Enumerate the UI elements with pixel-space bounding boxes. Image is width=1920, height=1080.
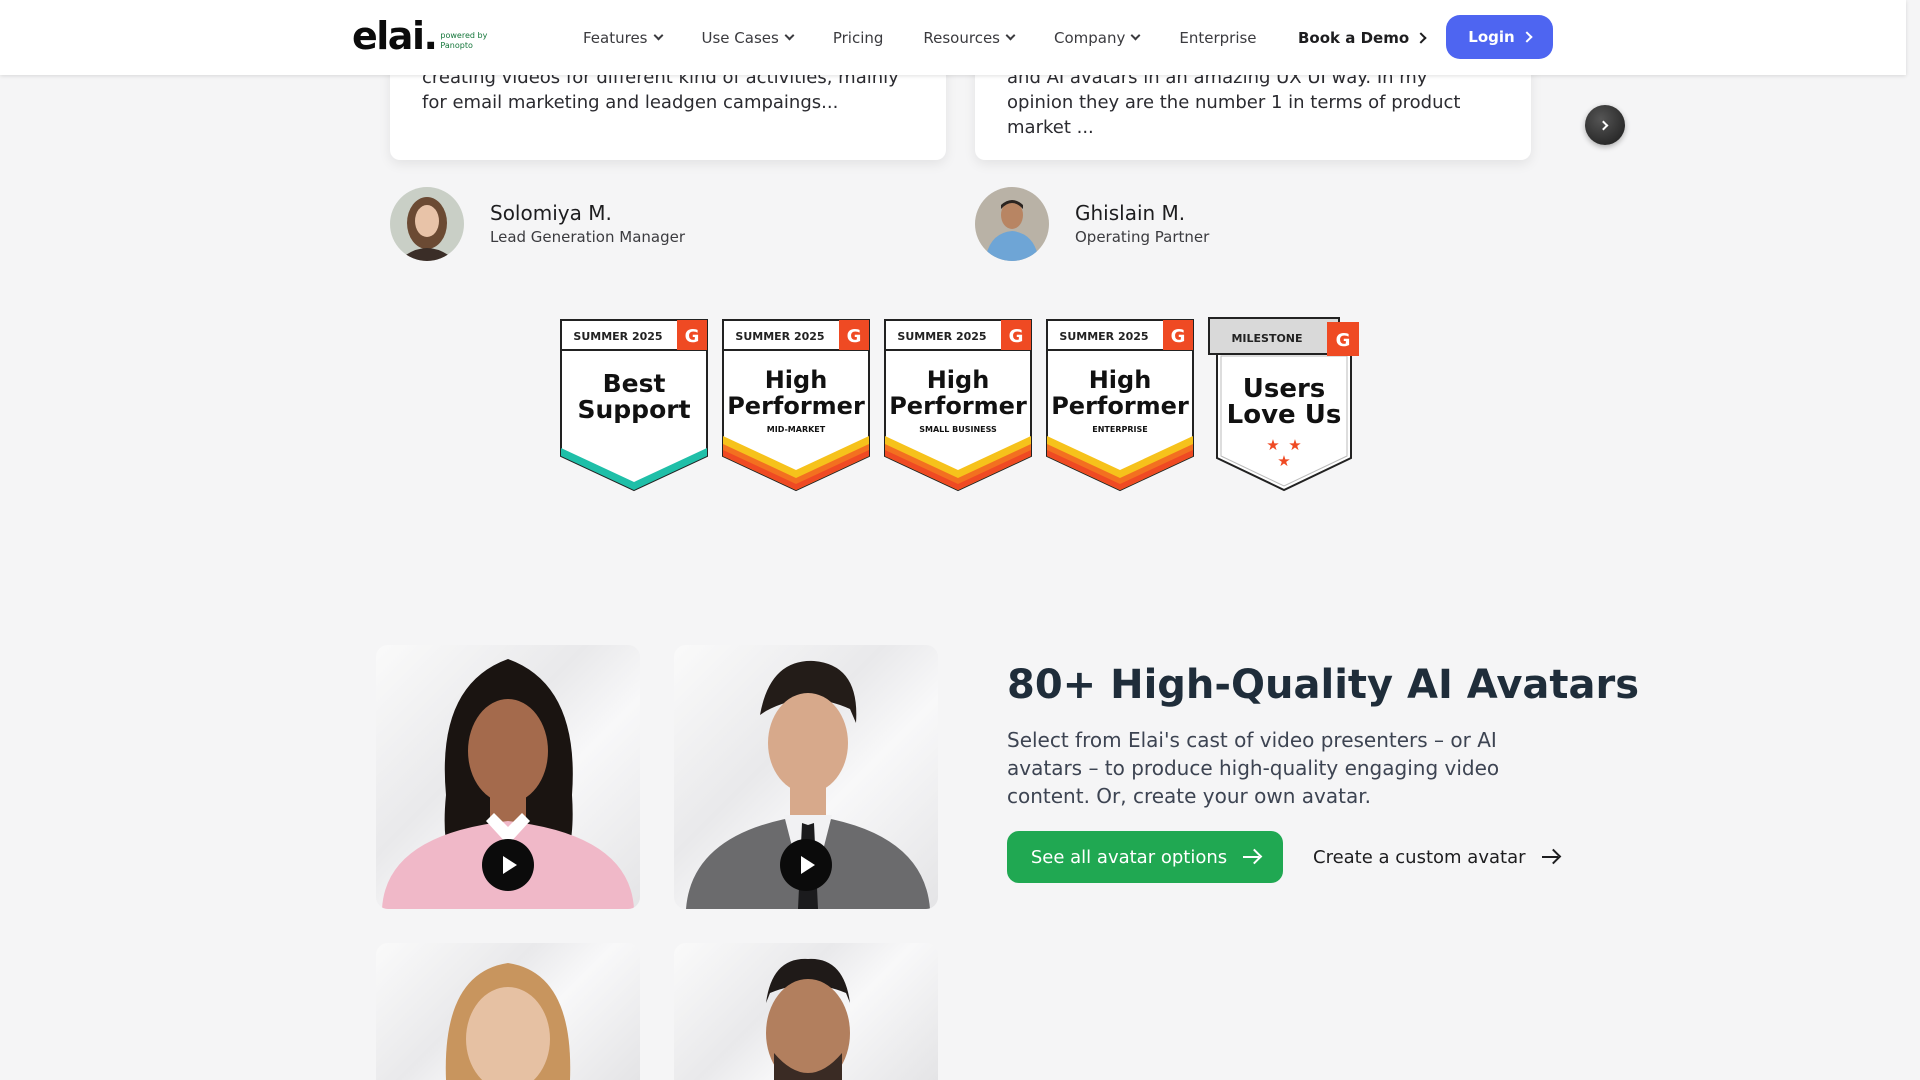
svg-text:G: G xyxy=(1336,330,1351,351)
chevron-down-icon xyxy=(784,30,795,41)
g2-badge-users-love-us[interactable]: G MILESTONE Users Love Us ★ ★ ★ xyxy=(1207,316,1359,494)
chevron-down-icon xyxy=(653,30,663,41)
nav-enterprise[interactable]: Enterprise xyxy=(1179,29,1256,47)
nav-company[interactable]: Company xyxy=(1054,28,1141,47)
avatar-tile[interactable] xyxy=(674,943,938,1080)
svg-text:G: G xyxy=(685,326,700,347)
book-demo-link[interactable]: Book a Demo xyxy=(1298,0,1427,75)
badge-sub: SMALL BUSINESS xyxy=(919,425,997,434)
play-button[interactable] xyxy=(780,839,832,891)
see-all-avatars-label: See all avatar options xyxy=(1030,846,1228,868)
see-all-avatars-button[interactable]: See all avatar options xyxy=(1007,831,1283,883)
testimonial-text: and AI avatars in an amazing UX UI way. … xyxy=(1007,67,1461,138)
nav-pricing[interactable]: Pricing xyxy=(833,29,884,47)
author-name: Solomiya M. xyxy=(490,201,612,225)
play-icon xyxy=(801,856,815,874)
play-button[interactable] xyxy=(482,839,534,891)
svg-text:G: G xyxy=(847,326,862,347)
main-nav: Features Use Cases Pricing Resources Com… xyxy=(583,0,1297,75)
g2-badge-high-performer-small-business[interactable]: G SUMMER 2025 High Performer SMALL BUSIN… xyxy=(883,318,1033,492)
login-label: Login xyxy=(1468,28,1515,46)
arrow-right-icon xyxy=(1243,856,1260,858)
avatar-tile[interactable] xyxy=(376,645,640,909)
login-button[interactable]: Login xyxy=(1446,15,1553,59)
chevron-right-icon xyxy=(1415,31,1427,44)
nav-enterprise-label: Enterprise xyxy=(1179,28,1257,47)
chevron-right-icon xyxy=(1598,120,1609,130)
chevron-right-icon xyxy=(1521,31,1533,43)
g2-badge-high-performer-mid-market[interactable]: G SUMMER 2025 High Performer MID-MARKET xyxy=(721,318,871,492)
nav-pricing-label: Pricing xyxy=(832,28,884,47)
badge-header: SUMMER 2025 xyxy=(1059,330,1148,343)
badge-header: MILESTONE xyxy=(1231,332,1302,345)
author-role: Lead Generation Manager xyxy=(490,228,685,246)
carousel-next-button[interactable] xyxy=(1585,105,1625,145)
badge-line2: Support xyxy=(577,395,690,424)
badge-sub: MID-MARKET xyxy=(767,425,826,434)
logo-wordmark: elai. xyxy=(352,14,438,58)
section-title: 80+ High-Quality AI Avatars xyxy=(1007,662,1640,708)
author-role: Operating Partner xyxy=(1075,228,1210,246)
site-header: elai. powered by Panopto Features Use Ca… xyxy=(0,0,1906,75)
testimonial-author: Ghislain M. Operating Partner xyxy=(975,187,1209,261)
nav-use-cases-label: Use Cases xyxy=(701,28,779,47)
badge-line1: Best xyxy=(603,369,666,398)
nav-features-label: Features xyxy=(583,28,648,47)
section-description: Select from Elai's cast of video present… xyxy=(1007,728,1500,808)
logo-powered-by: powered by Panopto xyxy=(440,31,487,51)
badge-line2: Performer xyxy=(889,392,1027,420)
badge-sub: ENTERPRISE xyxy=(1092,425,1147,434)
create-custom-avatar-link[interactable]: Create a custom avatar xyxy=(1313,831,1558,883)
testimonial-author: Solomiya M. Lead Generation Manager xyxy=(390,187,685,261)
nav-use-cases[interactable]: Use Cases xyxy=(701,28,795,47)
svg-text:G: G xyxy=(1171,326,1186,347)
book-demo-label: Book a Demo xyxy=(1298,28,1410,47)
avatar-tile[interactable] xyxy=(376,943,640,1080)
svg-text:G: G xyxy=(1009,326,1024,347)
g2-badge-best-support[interactable]: G SUMMER 2025 Best Support xyxy=(559,318,709,492)
badge-line2: Performer xyxy=(727,392,865,420)
author-name: Ghislain M. xyxy=(1075,201,1186,225)
nav-resources-label: Resources xyxy=(923,28,1000,47)
avatar-tile[interactable] xyxy=(674,645,938,909)
badge-line1: High xyxy=(927,366,990,394)
avatar xyxy=(390,187,464,261)
avatar xyxy=(975,187,1049,261)
badge-header: SUMMER 2025 xyxy=(573,330,662,343)
elai-logo[interactable]: elai. powered by Panopto xyxy=(352,16,487,56)
arrow-right-icon xyxy=(1541,856,1558,858)
svg-text:★: ★ xyxy=(1277,452,1290,470)
nav-resources[interactable]: Resources xyxy=(923,28,1016,47)
chevron-down-icon xyxy=(1130,30,1141,41)
logo-powered-line1: powered by xyxy=(440,31,488,40)
g2-badge-high-performer-enterprise[interactable]: G SUMMER 2025 High Performer ENTERPRISE xyxy=(1045,318,1195,492)
chevron-down-icon xyxy=(1005,30,1016,41)
nav-features[interactable]: Features xyxy=(583,28,663,47)
badge-line1: High xyxy=(765,366,828,394)
badge-header: SUMMER 2025 xyxy=(897,330,986,343)
badge-line2: Performer xyxy=(1051,392,1189,420)
logo-powered-line2: Panopto xyxy=(440,41,473,50)
badge-line1: High xyxy=(1089,366,1152,394)
play-icon xyxy=(503,856,517,874)
nav-company-label: Company xyxy=(1054,28,1126,47)
badge-header: SUMMER 2025 xyxy=(735,330,824,343)
badge-line2: Love Us xyxy=(1227,400,1342,430)
create-custom-avatar-label: Create a custom avatar xyxy=(1313,846,1526,868)
